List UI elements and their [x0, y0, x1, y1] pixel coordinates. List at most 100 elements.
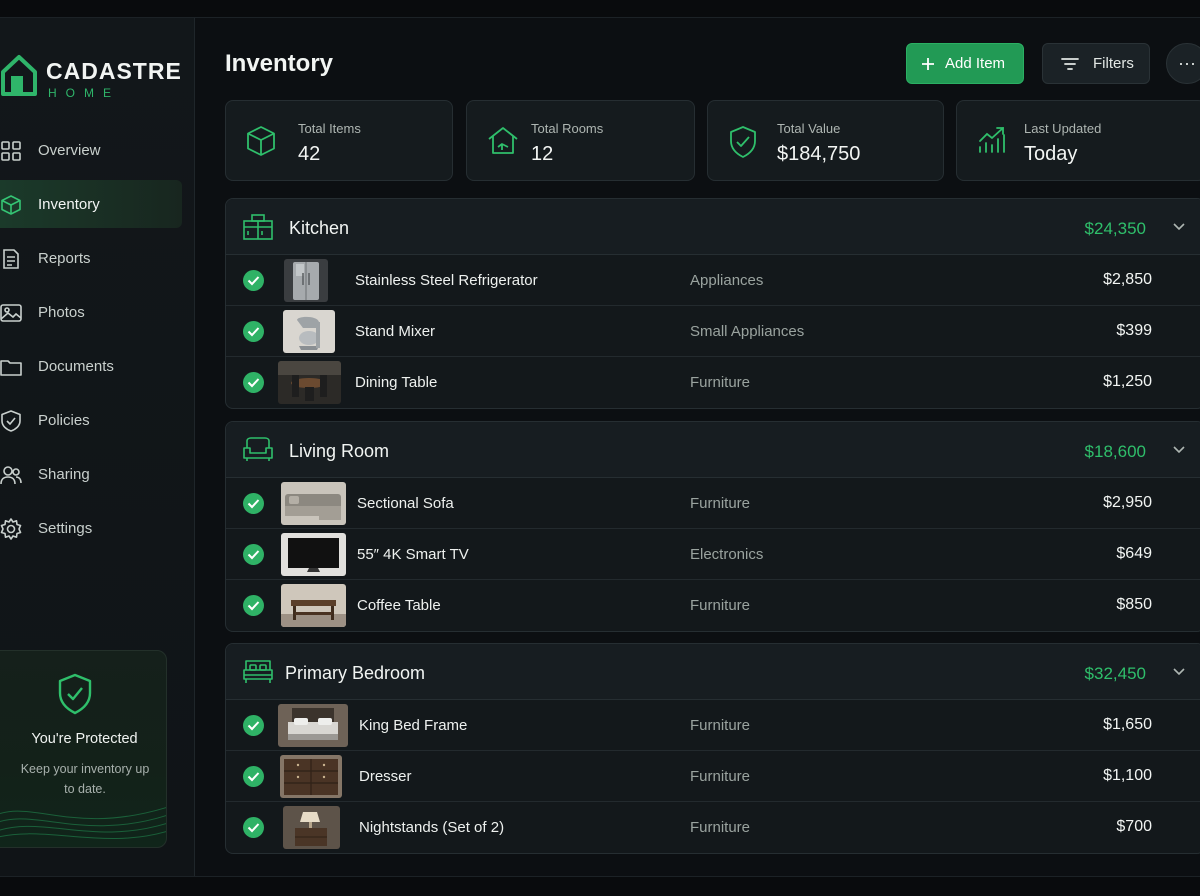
item-row[interactable]: Dresser Furniture $1,100	[226, 751, 1200, 802]
item-value: $649	[1116, 545, 1152, 562]
room-header[interactable]: Living Room $18,600	[226, 422, 1200, 478]
more-dots-icon: ···	[1178, 53, 1196, 73]
check-circle-icon	[243, 817, 264, 838]
room-section-primary-bedroom: Primary Bedroom $32,450 King Bed Frame F…	[225, 643, 1200, 854]
item-row[interactable]: Dining Table Furniture $1,250	[226, 357, 1200, 408]
sidebar-item-inventory[interactable]: Inventory	[0, 180, 182, 228]
item-value: $2,950	[1103, 494, 1152, 511]
sidebar-item-reports[interactable]: Reports	[0, 234, 182, 282]
check-circle-icon	[243, 595, 264, 616]
item-value: $700	[1116, 818, 1152, 835]
item-category: Furniture	[690, 597, 751, 614]
stat-value: 12	[531, 143, 554, 165]
shield-icon	[1, 410, 21, 432]
item-row[interactable]: Stainless Steel Refrigerator Appliances …	[226, 255, 1200, 306]
stat-value: Today	[1024, 143, 1078, 165]
trend-chart-icon	[979, 127, 1005, 153]
brand-name: CADASTRE	[46, 58, 182, 84]
check-circle-icon	[243, 270, 264, 291]
stat-label: Total Value	[777, 121, 841, 136]
item-name: 55″ 4K Smart TV	[357, 546, 469, 563]
item-value: $2,850	[1103, 271, 1152, 288]
coffee-table-photo	[281, 584, 346, 627]
sidebar-item-overview[interactable]: Overview	[0, 126, 182, 174]
folder-icon	[0, 360, 22, 376]
filter-icon	[1061, 57, 1079, 70]
item-row[interactable]: 55″ 4K Smart TV Electronics $649	[226, 529, 1200, 580]
sidebar-item-label: Documents	[38, 357, 114, 375]
bed-photo	[278, 704, 348, 747]
room-header[interactable]: Kitchen $24,350	[226, 199, 1200, 255]
item-value: $1,100	[1103, 767, 1152, 784]
room-section-living-room: Living Room $18,600 Sectional Sofa Furni…	[225, 421, 1200, 632]
window-bottom-bar	[0, 876, 1200, 896]
sidebar-item-settings[interactable]: Settings	[0, 504, 182, 552]
check-circle-icon	[243, 766, 264, 787]
stat-card-total-value: Total Value $184,750	[707, 100, 944, 181]
item-value: $1,250	[1103, 373, 1152, 390]
stat-label: Total Rooms	[531, 121, 604, 136]
add-item-button[interactable]: Add Item	[906, 43, 1024, 84]
bed-icon	[243, 660, 273, 683]
users-icon	[0, 466, 22, 485]
dresser-photo	[280, 755, 342, 798]
item-category: Furniture	[690, 768, 751, 785]
check-circle-icon	[243, 493, 264, 514]
item-row[interactable]: Coffee Table Furniture $850	[226, 580, 1200, 631]
item-row[interactable]: Stand Mixer Small Appliances $399	[226, 306, 1200, 357]
item-name: Dining Table	[355, 374, 438, 391]
chevron-down-icon[interactable]	[1172, 664, 1186, 678]
tv-photo	[281, 533, 346, 576]
image-icon	[0, 304, 22, 322]
house-logo-icon	[1, 55, 37, 96]
window-top-bar	[0, 0, 1200, 18]
nightstand-photo	[283, 806, 340, 849]
room-name: Primary Bedroom	[285, 663, 426, 683]
room-name: Kitchen	[289, 218, 350, 238]
sofa-icon	[243, 437, 273, 461]
stat-label: Total Items	[298, 121, 361, 136]
stat-value: $184,750	[777, 143, 861, 165]
sidebar-item-label: Policies	[38, 411, 90, 429]
page-title: Inventory	[225, 50, 334, 77]
sidebar-item-sharing[interactable]: Sharing	[0, 450, 182, 498]
dining-table-photo	[278, 361, 341, 404]
more-options-button[interactable]: ···	[1166, 43, 1200, 84]
stat-label: Last Updated	[1024, 121, 1102, 136]
item-row[interactable]: Nightstands (Set of 2) Furniture $700	[226, 802, 1200, 853]
stat-card-last-updated: Last Updated Today	[956, 100, 1200, 181]
main-content: Inventory Add Item Filters ··· Total Ite…	[195, 18, 1200, 876]
sofa-photo	[281, 482, 346, 525]
room-header[interactable]: Primary Bedroom $32,450	[226, 644, 1200, 700]
filters-button[interactable]: Filters	[1042, 43, 1150, 84]
protection-card: You're Protected Keep your inventory up …	[0, 650, 167, 848]
sidebar-item-photos[interactable]: Photos	[0, 288, 182, 336]
item-category: Furniture	[690, 495, 751, 512]
kitchen-icon	[243, 214, 273, 240]
sidebar-nav: Overview Inventory Reports Photos Docume…	[0, 126, 195, 558]
brand-logo[interactable]: CADASTRE HOME	[0, 50, 190, 100]
item-name: King Bed Frame	[359, 717, 468, 734]
sidebar-item-label: Overview	[38, 141, 101, 159]
chevron-down-icon[interactable]	[1172, 219, 1186, 233]
sidebar-item-label: Settings	[38, 519, 93, 537]
check-circle-icon	[243, 544, 264, 565]
item-row[interactable]: Sectional Sofa Furniture $2,950	[226, 478, 1200, 529]
shield-check-icon	[58, 673, 92, 715]
item-name: Nightstands (Set of 2)	[359, 819, 505, 836]
mixer-photo	[283, 310, 335, 353]
decorative-waves	[0, 807, 166, 840]
check-circle-icon	[243, 321, 264, 342]
sidebar-item-documents[interactable]: Documents	[0, 342, 182, 390]
sidebar-item-policies[interactable]: Policies	[0, 396, 182, 444]
chevron-down-icon[interactable]	[1172, 442, 1186, 456]
item-value: $850	[1116, 596, 1152, 613]
item-row[interactable]: King Bed Frame Furniture $1,650	[226, 700, 1200, 751]
sidebar-item-label: Photos	[38, 303, 85, 321]
room-name: Living Room	[289, 441, 390, 461]
item-name: Stand Mixer	[355, 323, 436, 340]
item-category: Furniture	[690, 374, 751, 391]
house-icon	[488, 127, 518, 154]
refrigerator-photo	[284, 259, 328, 302]
gear-icon	[0, 518, 22, 540]
